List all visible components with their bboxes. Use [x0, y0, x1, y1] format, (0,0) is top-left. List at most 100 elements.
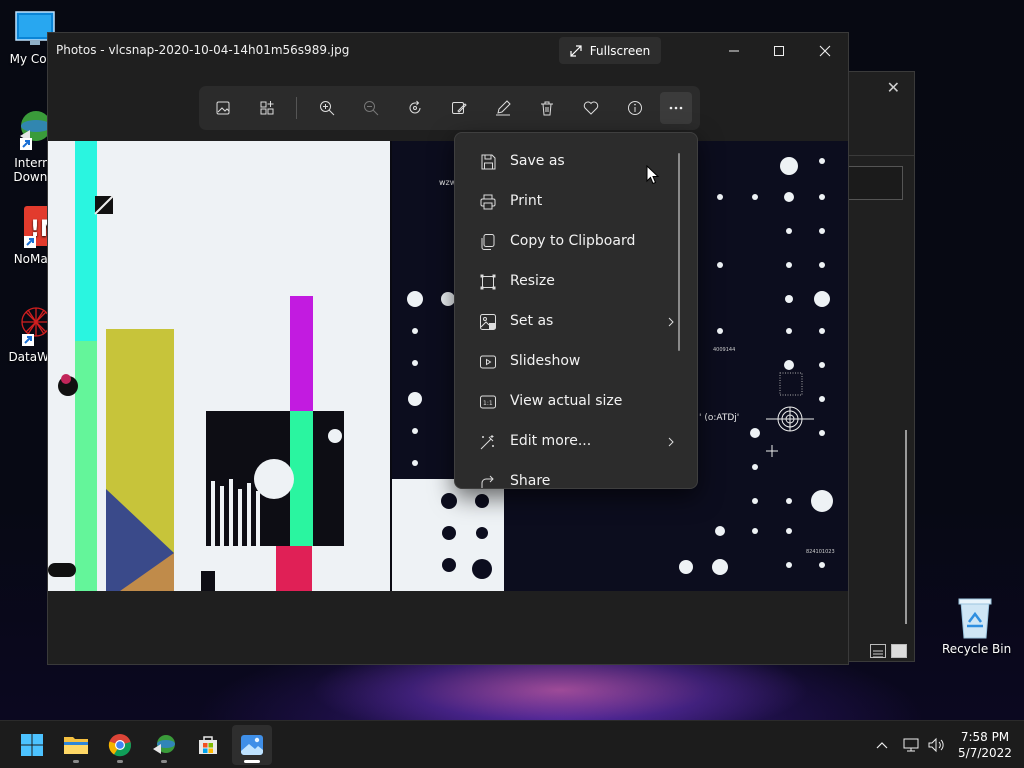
rotate-button[interactable] [399, 92, 431, 124]
fullscreen-label: Fullscreen [589, 43, 651, 58]
fullscreen-button[interactable]: Fullscreen [559, 37, 661, 64]
chevron-right-icon [668, 317, 674, 327]
menu-item-share[interactable]: Share [459, 464, 681, 489]
zoom-in-icon [320, 101, 335, 116]
running-indicator [117, 760, 123, 763]
taskbar: 7:58 PM 5/7/2022 [0, 720, 1024, 768]
desktop-icon-recycle-bin[interactable]: Recycle Bin [942, 596, 1012, 656]
taskbar-microsoft-store[interactable] [188, 725, 228, 765]
photo-image: wzw ' (o:ATDj' 4009144 824101023 [48, 141, 848, 591]
start-button[interactable] [12, 725, 52, 765]
show-hidden-icons-button[interactable] [872, 735, 892, 755]
zoom-out-icon [364, 101, 379, 116]
details-view-icon[interactable] [870, 644, 886, 658]
edit-image-icon [452, 102, 467, 114]
menu-item-resize[interactable]: Resize [459, 264, 681, 300]
see-more-menu: Save as Print Copy to Clipboard Resize S… [454, 132, 698, 489]
add-to-album-icon [260, 101, 274, 115]
menu-item-edit-more[interactable]: Edit more... [459, 424, 681, 460]
clock-date: 5/7/2022 [958, 746, 1012, 760]
download-manager-icon [153, 735, 175, 754]
image-text: ' (o:ATDj' [699, 413, 739, 423]
menu-item-label: Share [510, 473, 551, 489]
delete-icon [541, 101, 553, 116]
menu-item-print[interactable]: Print [459, 184, 681, 220]
close-button[interactable] [810, 39, 840, 63]
window-title: Photos - vlcsnap-2020-10-04-14h01m56s989… [56, 43, 350, 57]
menu-item-label: Print [510, 193, 543, 209]
maximize-icon [774, 46, 784, 56]
print-icon [480, 194, 496, 210]
view-all-button[interactable] [207, 92, 239, 124]
photo-canvas[interactable]: wzw ' (o:ATDj' 4009144 824101023 [48, 141, 848, 591]
menu-item-label: Slideshow [510, 353, 581, 369]
delete-button[interactable] [531, 92, 563, 124]
favorite-icon [583, 101, 599, 115]
microsoft-store-icon [199, 736, 217, 754]
background-input[interactable] [847, 166, 903, 200]
draw-button[interactable] [487, 92, 519, 124]
edit-image-button[interactable] [443, 92, 475, 124]
menu-item-slideshow[interactable]: Slideshow [459, 344, 681, 380]
close-icon[interactable]: ✕ [887, 78, 900, 97]
minimize-button[interactable] [719, 39, 749, 63]
image-text: 824101023 [806, 549, 835, 555]
zoom-out-button[interactable] [355, 92, 387, 124]
file-explorer-icon [64, 737, 88, 754]
taskbar-chrome[interactable] [100, 725, 140, 765]
edit-more-icon [480, 435, 494, 450]
photos-window[interactable]: Photos - vlcsnap-2020-10-04-14h01m56s989… [47, 32, 849, 665]
thumbnail-view-icon[interactable] [891, 644, 907, 658]
info-button[interactable] [619, 92, 651, 124]
menu-item-label: Edit more... [510, 433, 592, 449]
actual-size-icon: 1:1 [480, 395, 496, 409]
close-icon [819, 45, 831, 57]
desktop-icon-label: Downl [13, 170, 51, 184]
taskbar-photos[interactable] [232, 725, 272, 765]
expand-icon [570, 44, 582, 57]
image-text: 4009144 [713, 347, 735, 353]
info-icon [628, 101, 642, 115]
running-indicator [244, 760, 260, 763]
menu-item-view-actual-size[interactable]: 1:1 View actual size [459, 384, 681, 420]
start-icon [21, 734, 43, 756]
menu-scrollbar[interactable] [678, 153, 680, 351]
toolbar-divider [296, 97, 297, 119]
menu-item-label: Copy to Clipboard [510, 233, 636, 249]
desktop-icon-label: Recycle Bin [942, 642, 1012, 656]
favorite-button[interactable] [575, 92, 607, 124]
resize-icon [480, 274, 496, 290]
photo-toolbar [199, 86, 700, 130]
draw-icon [496, 100, 511, 116]
set-as-icon [480, 314, 496, 330]
scrollbar[interactable] [905, 430, 907, 624]
recycle-bin-icon [958, 598, 992, 639]
clock-time: 7:58 PM [960, 730, 1010, 744]
menu-item-label: Save as [510, 153, 565, 169]
network-icon [903, 738, 919, 752]
see-more-icon [669, 106, 683, 110]
network-status[interactable] [900, 735, 922, 755]
menu-item-label: Resize [510, 273, 555, 289]
taskbar-download-manager[interactable] [144, 725, 184, 765]
desktop-icon-label: Intern [14, 156, 50, 170]
volume-control[interactable] [925, 735, 947, 755]
mouse-cursor-icon [646, 165, 660, 185]
slideshow-icon [480, 355, 496, 369]
menu-item-copy-to-clipboard[interactable]: Copy to Clipboard [459, 224, 681, 260]
taskbar-clock[interactable]: 7:58 PM 5/7/2022 [950, 729, 1020, 761]
menu-item-set-as[interactable]: Set as [459, 304, 681, 340]
taskbar-file-explorer[interactable] [56, 725, 96, 765]
chrome-icon [108, 734, 132, 757]
zoom-in-button[interactable] [311, 92, 343, 124]
photos-icon [241, 735, 263, 755]
chevron-right-icon [668, 437, 674, 447]
menu-item-label: View actual size [510, 393, 623, 409]
maximize-button[interactable] [764, 39, 794, 63]
rotate-icon [409, 100, 421, 114]
running-indicator [73, 760, 79, 763]
title-bar[interactable]: Photos - vlcsnap-2020-10-04-14h01m56s989… [48, 33, 848, 69]
add-to-album-button[interactable] [251, 92, 283, 124]
see-more-button[interactable] [660, 92, 692, 124]
chevron-up-icon [876, 742, 888, 749]
